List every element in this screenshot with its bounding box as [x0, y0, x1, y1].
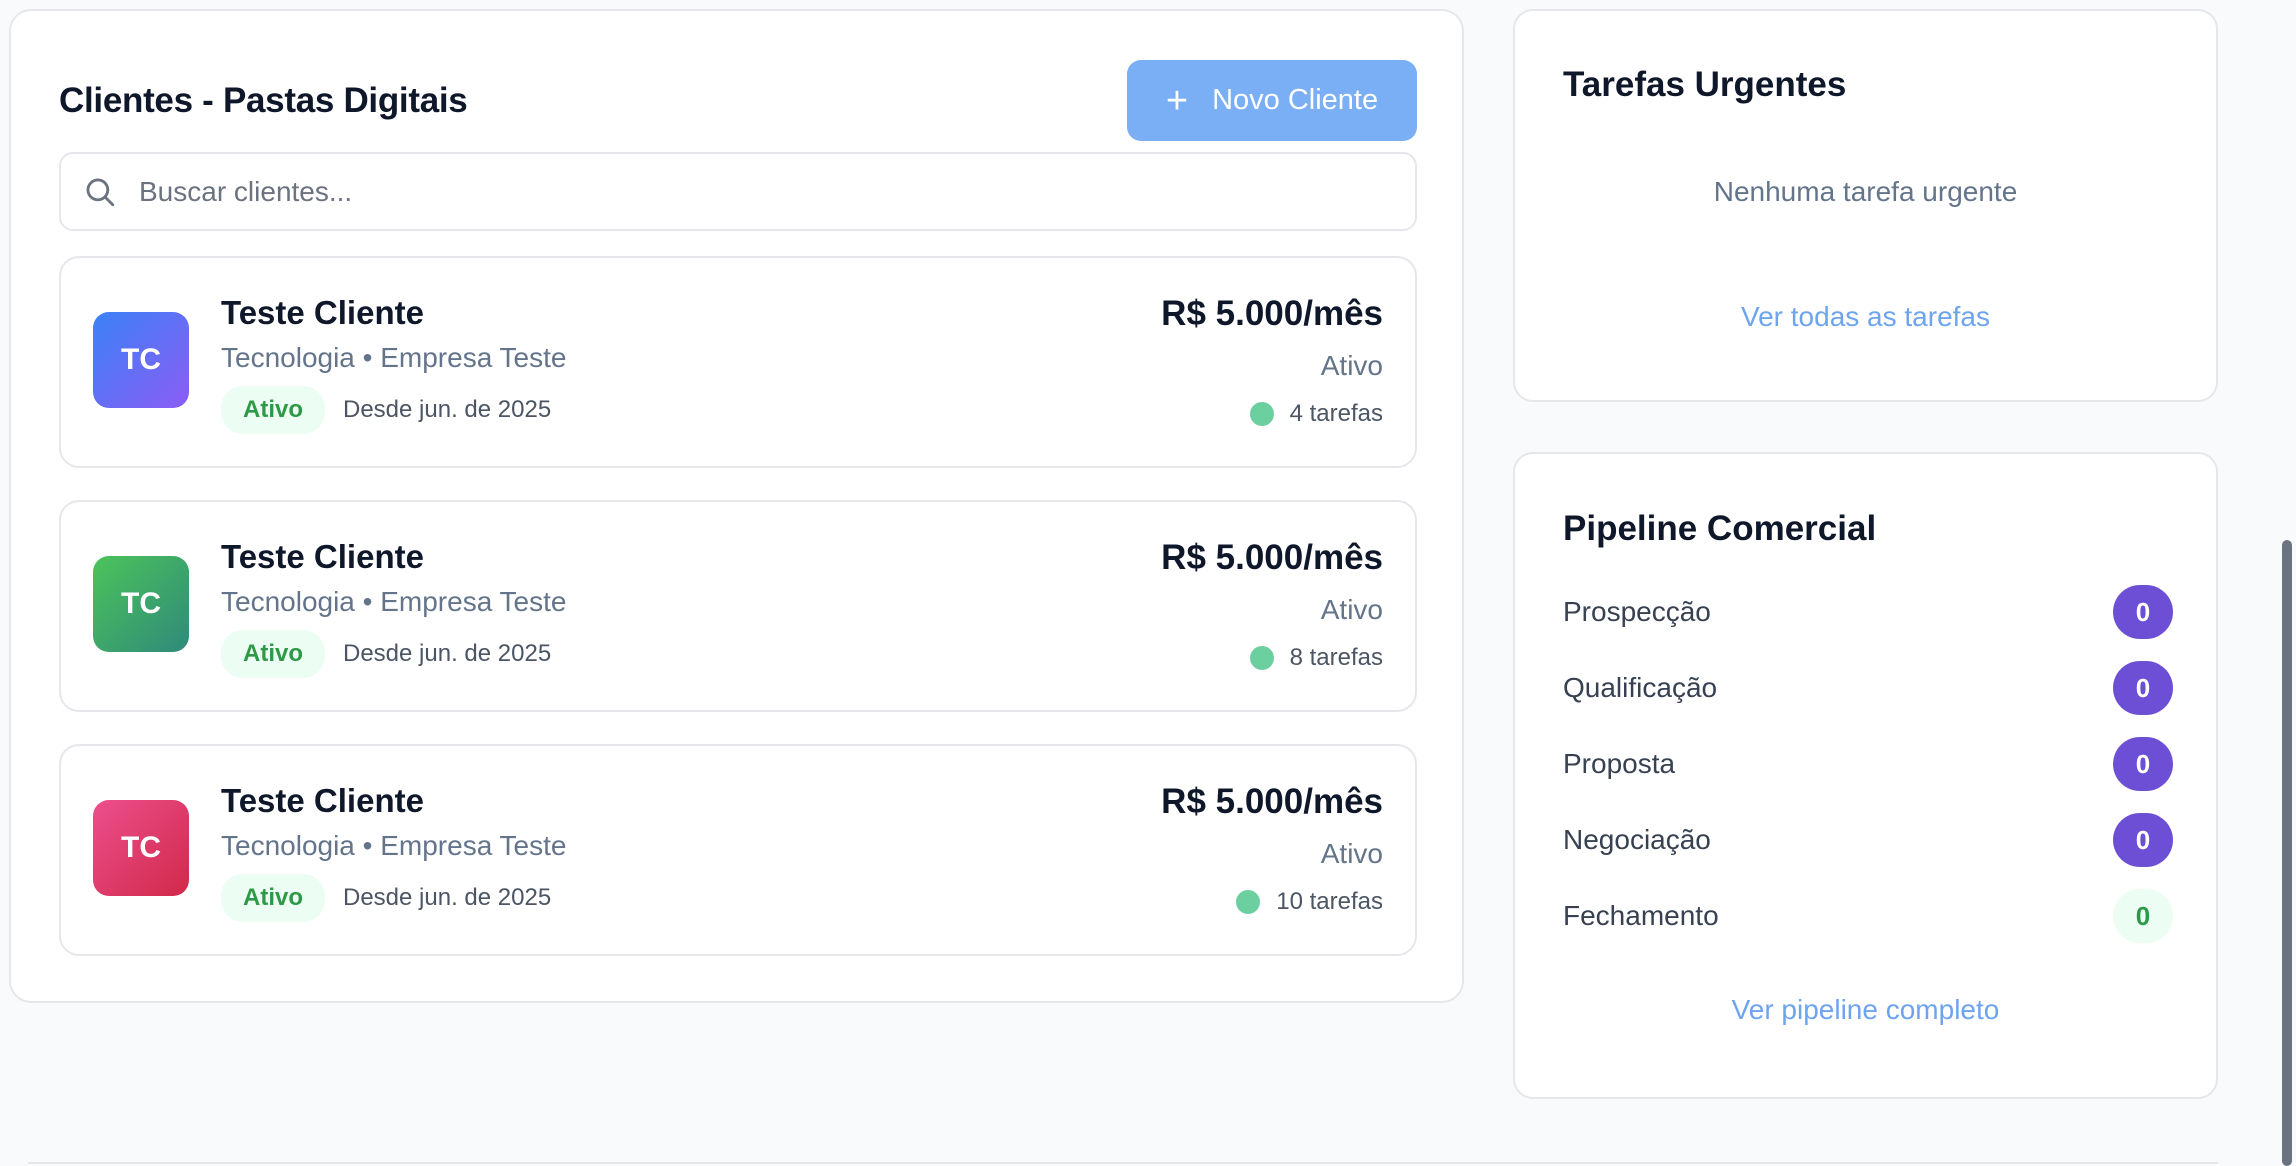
status-badge: Ativo [221, 630, 325, 678]
client-summary: R$ 5.000/mês Ativo 10 tarefas [1161, 782, 1383, 916]
client-price: R$ 5.000/mês [1161, 294, 1383, 333]
client-task-count: 4 tarefas [1289, 400, 1383, 427]
plus-icon: + [1165, 79, 1189, 122]
stage-label: Fechamento [1563, 900, 1719, 931]
clients-title: Clientes - Pastas Digitais [59, 80, 468, 120]
pipeline-stage[interactable]: Prospecção 0 [1563, 582, 2173, 642]
client-summary: R$ 5.000/mês Ativo 8 tarefas [1161, 538, 1383, 672]
search-icon [86, 178, 115, 206]
stage-count-badge: 0 [2113, 661, 2173, 715]
pipeline-stage[interactable]: Qualificação 0 [1563, 658, 2173, 718]
client-since: Desde jun. de 2025 [343, 884, 552, 911]
client-meta: Ativo Desde jun. de 2025 [221, 874, 566, 922]
client-name: Teste Cliente [221, 782, 424, 819]
task-status-dot [1249, 646, 1274, 670]
stage-count-badge: 0 [2113, 585, 2173, 639]
clients-card: Clientes - Pastas Digitais + Novo Client… [9, 9, 1464, 1003]
urgent-tasks-title: Tarefas Urgentes [1563, 65, 1847, 104]
bottom-divider [28, 1162, 2218, 1164]
client-subtitle: Tecnologia • Empresa Teste [221, 586, 567, 617]
client-price: R$ 5.000/mês [1161, 782, 1383, 821]
stage-count-badge: 0 [2113, 813, 2173, 867]
pipeline-stage[interactable]: Proposta 0 [1563, 734, 2173, 794]
page: Clientes - Pastas Digitais + Novo Client… [0, 0, 2296, 1166]
pipeline-card: Pipeline Comercial Prospecção 0 Qualific… [1513, 452, 2218, 1099]
client-status: Ativo [1320, 838, 1383, 869]
client-avatar: TC [93, 312, 189, 408]
search-box[interactable] [59, 152, 1417, 231]
client-subtitle: Tecnologia • Empresa Teste [221, 342, 567, 373]
new-client-button[interactable]: + Novo Cliente [1127, 60, 1417, 141]
client-status: Ativo [1320, 350, 1383, 381]
client-meta: Ativo Desde jun. de 2025 [221, 630, 566, 678]
stage-count-badge: 0 [2113, 889, 2173, 943]
client-item[interactable]: TC Teste Cliente Tecnologia • Empresa Te… [59, 256, 1417, 468]
search-input[interactable] [139, 175, 1339, 208]
client-subtitle: Tecnologia • Empresa Teste [221, 830, 567, 861]
task-status-dot [1236, 890, 1261, 914]
client-item[interactable]: TC Teste Cliente Tecnologia • Empresa Te… [59, 744, 1417, 956]
client-avatar: TC [93, 556, 189, 652]
client-price: R$ 5.000/mês [1161, 538, 1383, 577]
client-info: Teste Cliente Tecnologia • Empresa Teste… [221, 782, 566, 922]
stage-label: Prospecção [1563, 596, 1711, 627]
page-scrollbar[interactable] [2282, 540, 2292, 1166]
client-meta: Ativo Desde jun. de 2025 [221, 386, 566, 434]
stage-label: Qualificação [1563, 672, 1718, 703]
pipeline-stage-list: Prospecção 0 Qualificação 0 Proposta 0 N… [1563, 582, 2173, 962]
client-item[interactable]: TC Teste Cliente Tecnologia • Empresa Te… [59, 500, 1417, 712]
stage-label: Negociação [1563, 824, 1711, 855]
client-since: Desde jun. de 2025 [343, 640, 552, 667]
client-list: TC Teste Cliente Tecnologia • Empresa Te… [59, 256, 1417, 988]
view-all-tasks-link[interactable]: Ver todas as tarefas [1515, 301, 2216, 333]
client-name: Teste Cliente [221, 538, 424, 575]
new-client-label: Novo Cliente [1212, 84, 1379, 116]
view-pipeline-link[interactable]: Ver pipeline completo [1515, 994, 2216, 1026]
client-status: Ativo [1320, 594, 1383, 625]
client-summary: R$ 5.000/mês Ativo 4 tarefas [1161, 294, 1383, 428]
urgent-tasks-empty: Nenhuma tarefa urgente [1713, 176, 2018, 207]
status-badge: Ativo [221, 386, 325, 434]
clients-header: Clientes - Pastas Digitais + Novo Client… [59, 60, 1417, 141]
client-info: Teste Cliente Tecnologia • Empresa Teste… [221, 538, 566, 678]
client-info: Teste Cliente Tecnologia • Empresa Teste… [221, 294, 566, 434]
task-status-dot [1249, 402, 1274, 426]
client-task-count: 8 tarefas [1289, 644, 1383, 671]
client-avatar: TC [93, 800, 189, 896]
pipeline-stage[interactable]: Negociação 0 [1563, 810, 2173, 870]
pipeline-title: Pipeline Comercial [1563, 509, 1877, 548]
client-name: Teste Cliente [221, 294, 424, 331]
client-tasks: 10 tarefas [1161, 888, 1383, 916]
client-tasks: 8 tarefas [1161, 644, 1383, 672]
urgent-tasks-card: Tarefas Urgentes Nenhuma tarefa urgente … [1513, 9, 2218, 402]
stage-count-badge: 0 [2113, 737, 2173, 791]
client-since: Desde jun. de 2025 [343, 396, 552, 423]
status-badge: Ativo [221, 874, 325, 922]
stage-label: Proposta [1563, 748, 1676, 779]
client-tasks: 4 tarefas [1161, 400, 1383, 428]
pipeline-stage[interactable]: Fechamento 0 [1563, 886, 2173, 946]
client-task-count: 10 tarefas [1276, 888, 1383, 915]
